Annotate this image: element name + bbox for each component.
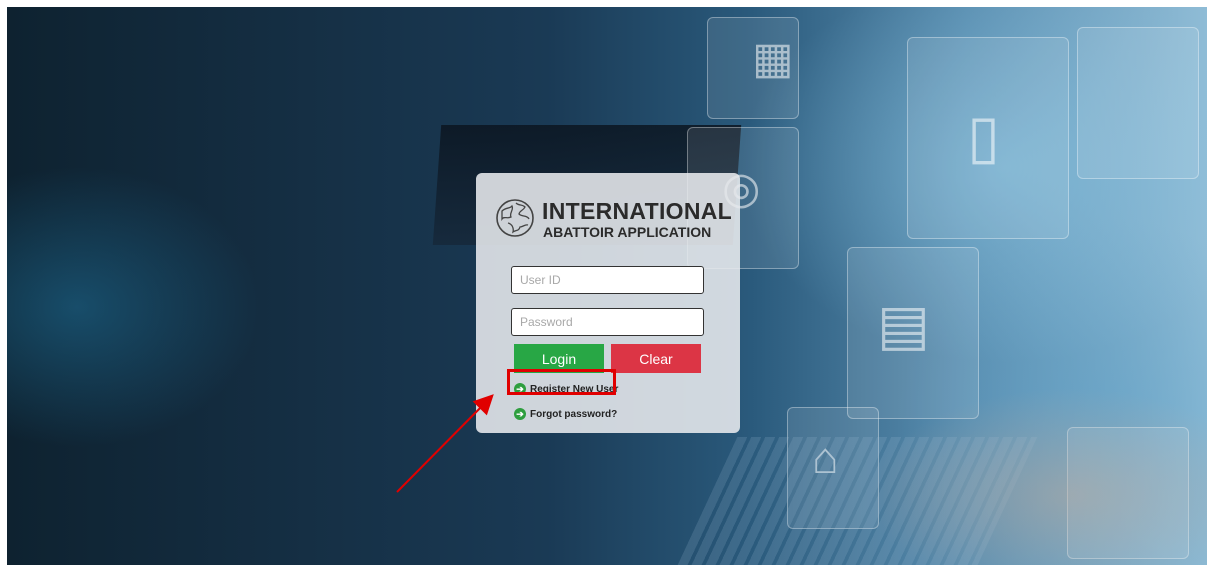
hands-decoration [867, 387, 1207, 565]
calendar-icon: ▦ [752, 34, 794, 83]
globe-icon [496, 199, 534, 237]
forgot-password-link[interactable]: ➔ Forgot password? [514, 408, 617, 420]
login-button[interactable]: Login [514, 344, 604, 373]
arrow-right-circle-icon: ➔ [514, 383, 526, 395]
app-subtitle: ABATTOIR APPLICATION [543, 224, 712, 240]
password-input[interactable] [511, 308, 704, 336]
folder-icon: ▯ [967, 103, 1001, 170]
register-new-user-link[interactable]: ➔ Register New User [514, 383, 618, 395]
register-link-label: Register New User [530, 383, 619, 395]
app-logo: INTERNATIONAL ABATTOIR APPLICATION [494, 197, 732, 241]
arrow-right-circle-icon: ➔ [514, 408, 526, 420]
clear-button[interactable]: Clear [611, 344, 701, 373]
document-icon: ▤ [877, 293, 930, 356]
floating-panel [1077, 27, 1199, 179]
background-image: ▦ ▯ ◎ ▤ ⌂ INTERNATIONAL ABATTOIR APPLICA… [7, 7, 1207, 565]
login-card: INTERNATIONAL ABATTOIR APPLICATION Login… [476, 173, 740, 433]
forgot-link-label: Forgot password? [530, 408, 618, 420]
app-title: INTERNATIONAL [542, 198, 733, 224]
user-id-input[interactable] [511, 266, 704, 294]
